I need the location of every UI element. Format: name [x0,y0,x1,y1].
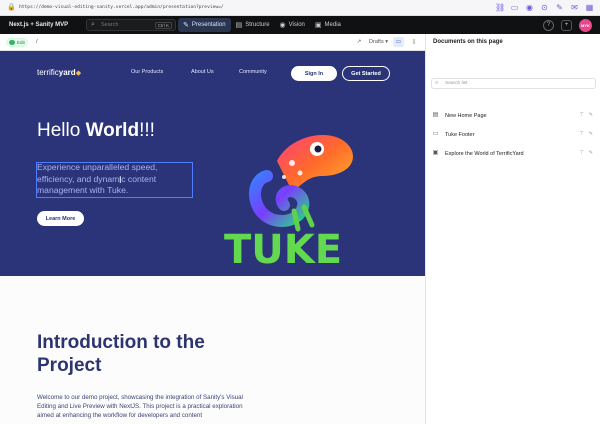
lock-icon: 🔒 [7,3,16,11]
logo-text-light: terrific [37,68,59,77]
record-icon[interactable]: ⊙ [540,3,549,12]
tab-label: Presentation [191,22,226,28]
tab-icon[interactable]: ▭ [510,3,519,12]
document-label: New Home Page [445,112,487,119]
intro-body[interactable]: Welcome to our demo project, showcasing … [37,393,247,420]
footer-icon: ▭ [432,131,439,137]
help-icon[interactable]: ? [543,20,554,31]
tab-presentation[interactable]: ✎ Presentation [178,18,231,32]
hero-title-end: !!! [139,120,155,141]
search-shortcut: Ctrl K [154,21,172,29]
document-label: Tuke Footer [445,131,475,138]
toolbar-right: ↗ Drafts ▾ ▭ ▯ [354,37,419,47]
tab-structure[interactable]: ▤ Structure [231,18,275,32]
search-icon: ⌕ [91,21,95,28]
chameleon-spot [282,175,286,179]
logo-mark-icon: ◆ [75,70,82,77]
pin-icon[interactable]: ⊤ [579,150,583,156]
tab-media[interactable]: ▣ Media [310,18,346,32]
site-logo[interactable]: terrificyard◆ [37,68,81,77]
structure-icon: ▤ [235,22,243,29]
mobile-viewport-button[interactable]: ▯ [409,37,419,47]
studio-search[interactable]: ⌕ Search Ctrl K [86,19,176,31]
tab-label: Vision [288,22,305,28]
nav-about-us[interactable]: About Us [191,69,214,75]
studio-navbar: Next.js + Sanity MVP ⌕ Search Ctrl K ✎ P… [0,16,600,34]
get-started-button[interactable]: Get Started [342,66,390,81]
edit-icon[interactable]: ✎ [589,150,593,156]
chevron-down-icon: ▾ [383,39,388,45]
avatar[interactable]: MYK [579,19,592,32]
documents-panel: Documents on this page ⌕ Search list ▤ N… [425,34,600,424]
chameleon-spot [297,170,303,176]
tab-label: Media [324,22,341,28]
perspective-label: Drafts [369,39,384,45]
browser-address-bar: 🔒 https://demo-visual-editing-sanity.ver… [0,0,600,16]
pin-icon[interactable]: ⊤ [579,112,583,118]
toggle-dot [9,39,15,45]
project-name[interactable]: Next.js + Sanity MVP [9,22,68,28]
text-cursor-icon: I [119,175,122,185]
pin-icon[interactable]: ⊤ [579,131,583,137]
edit-icon[interactable]: ✎ [589,131,593,137]
panel-title: Documents on this page [433,39,503,45]
link-icon[interactable]: ⛓ [495,3,505,12]
presentation-icon: ✎ [183,22,189,29]
plus-icon[interactable]: + [561,20,572,31]
hero-title-bold: World [85,120,140,141]
mail-icon[interactable]: ✉ [570,3,579,12]
tab-vision[interactable]: ◉ Vision [275,18,310,32]
section-icon: ▣ [432,150,439,156]
search-icon: ⌕ [435,80,439,86]
hero-section: terrificyard◆ Our Products About Us Comm… [0,51,425,276]
edit-icon[interactable]: ✎ [589,112,593,118]
calendar-icon[interactable]: ▦ [585,3,594,12]
perspective-select[interactable]: Drafts ▾ [369,37,388,47]
learn-more-button[interactable]: Learn More [37,211,84,226]
open-external-icon[interactable]: ↗ [354,37,364,47]
studio-tools: ✎ Presentation ▤ Structure ◉ Vision ▣ Me… [178,18,346,32]
tuke-mascot-illustration[interactable]: TUKE [222,121,372,266]
document-actions: ⊤ ✎ [579,150,593,156]
edit-selection-overlay [36,162,193,198]
chameleon-pupil [314,145,322,153]
chameleon-spot [289,160,295,166]
intro-title[interactable]: Introduction to the Project [37,331,237,377]
logo-text-bold: yard [58,68,76,77]
document-icon: ▤ [432,112,439,118]
document-search-input[interactable]: ⌕ Search list [431,78,596,89]
pen-icon[interactable]: ✎ [555,3,564,12]
document-label: Explore the World of TerrificYard [445,150,524,157]
image-icon: ▣ [314,22,322,29]
studio-actions: ? + MYK [543,19,592,32]
preview-path-input[interactable]: / [36,39,38,45]
list-item[interactable]: ▤ New Home Page ⊤ ✎ [426,106,600,125]
preview-frame: terrificyard◆ Our Products About Us Comm… [0,51,425,424]
list-item[interactable]: ▭ Tuke Footer ⊤ ✎ [426,125,600,144]
edit-toggle[interactable]: Edit [6,37,28,47]
document-list: ▤ New Home Page ⊤ ✎ ▭ Tuke Footer ⊤ ✎ ▣ … [426,106,600,163]
tuke-wordmark: TUKE [224,227,342,266]
edit-label: Edit [17,39,25,45]
search-placeholder: Search [101,22,119,28]
list-item[interactable]: ▣ Explore the World of TerrificYard ⊤ ✎ [426,144,600,163]
desktop-viewport-button[interactable]: ▭ [393,37,404,47]
eye-icon: ◉ [279,22,286,29]
document-actions: ⊤ ✎ [579,112,593,118]
nav-our-products[interactable]: Our Products [131,69,163,75]
document-actions: ⊤ ✎ [579,131,593,137]
preview-toolbar: Edit / ↗ Drafts ▾ ▭ ▯ [0,34,425,51]
hero-title[interactable]: Hello World!!! [37,120,155,142]
search-placeholder: Search list [445,81,468,86]
tab-label: Structure [245,22,270,28]
browser-extension-icons: ⛓ ▭ ◉ ⊙ ✎ ✉ ▦ [495,3,594,12]
url-text[interactable]: https://demo-visual-editing-sanity.verce… [19,5,224,10]
nav-community[interactable]: Community [239,69,267,75]
camera-icon[interactable]: ◉ [525,3,534,12]
hero-title-light: Hello [37,120,86,141]
sign-in-button[interactable]: Sign In [291,66,337,81]
